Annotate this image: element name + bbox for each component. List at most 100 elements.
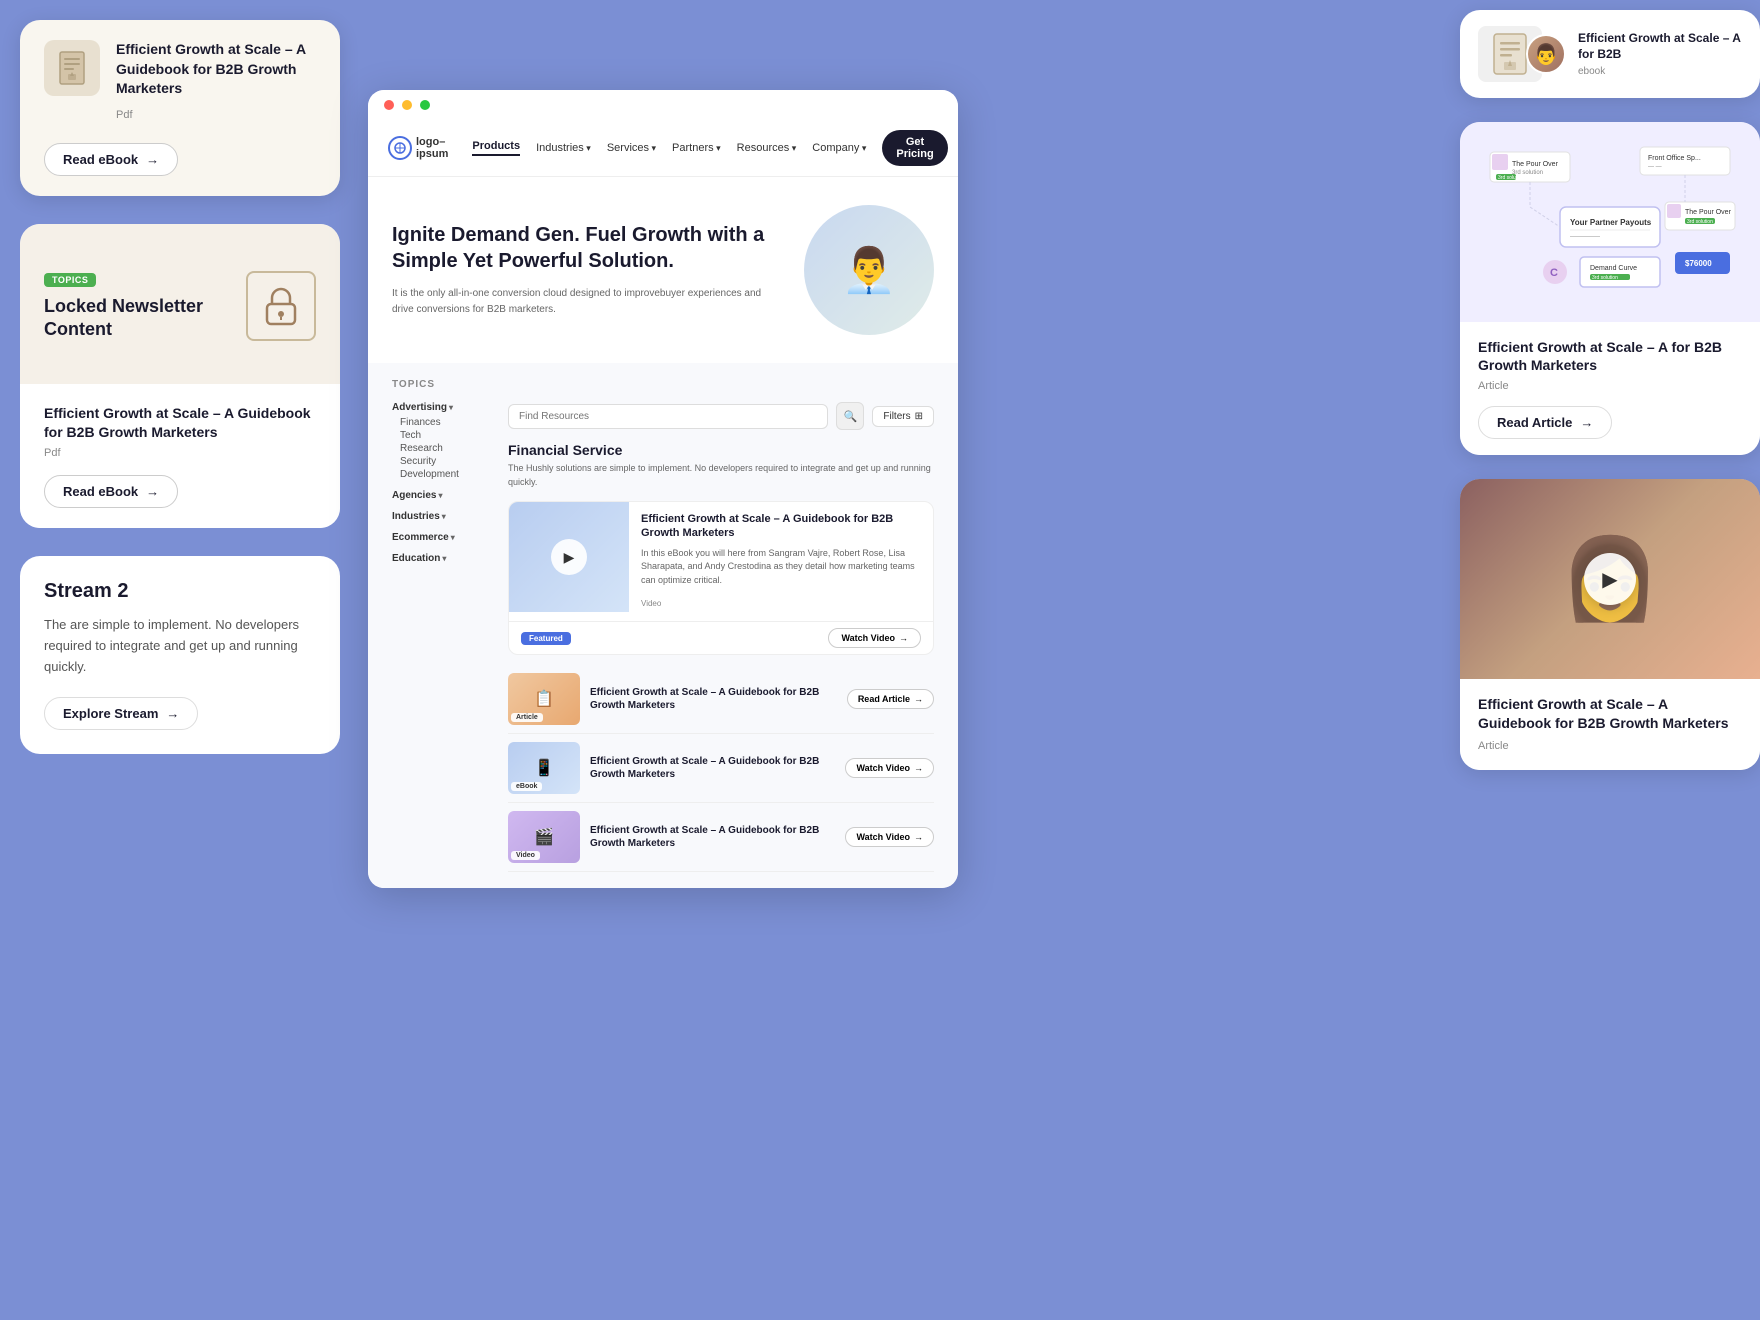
list-item: 📋 Article Efficient Growth at Scale – A … <box>508 665 934 734</box>
ebook-card-title: Efficient Growth at Scale – A Guidebook … <box>116 40 316 99</box>
resources-section: TOPICS Advertising Finances Tech Researc… <box>368 363 958 888</box>
watch-video-button-2[interactable]: Watch Video → <box>845 758 934 778</box>
read-article-button-1[interactable]: Read Article → <box>847 689 934 709</box>
svg-text:Your Partner Payouts: Your Partner Payouts <box>1570 218 1652 227</box>
section-description: The Hushly solutions are simple to imple… <box>508 462 934 489</box>
ebook-card-tag: Pdf <box>116 109 133 121</box>
browser-window: logo–ipsum Products Industries Services … <box>368 90 958 888</box>
stream-description: The are simple to implement. No develope… <box>44 615 316 677</box>
topic-ecommerce[interactable]: Ecommerce <box>392 532 492 543</box>
search-input[interactable] <box>508 404 828 429</box>
list-thumb-3: 🎬 Video <box>508 811 580 863</box>
logo-text: logo–ipsum <box>416 136 448 160</box>
site-logo: logo–ipsum <box>388 136 448 160</box>
svg-text:C: C <box>1550 267 1558 279</box>
browser-close-dot <box>384 100 394 110</box>
article-card-diagram: The Pour Over 3rd solution 3rd solution … <box>1478 142 1742 302</box>
filter-button[interactable]: Filters ⊞ <box>872 406 934 427</box>
locked-card-subtitle: Efficient Growth at Scale – A Guidebook … <box>44 404 316 443</box>
list-item-title-3: Efficient Growth at Scale – A Guidebook … <box>590 824 835 850</box>
svg-text:Front Office Sp...: Front Office Sp... <box>1648 155 1701 162</box>
svg-text:Demand Curve: Demand Curve <box>1590 265 1637 272</box>
explore-stream-button[interactable]: Explore Stream → <box>44 697 198 730</box>
topic-agencies[interactable]: Agencies <box>392 490 492 501</box>
video-thumbnail: 👩 ▶ <box>1460 479 1760 679</box>
locked-card-tag: Pdf <box>44 447 316 459</box>
nav-services[interactable]: Services <box>607 142 656 154</box>
right-article-card: The Pour Over 3rd solution 3rd solution … <box>1460 122 1760 455</box>
play-icon[interactable]: ▶ <box>551 539 587 575</box>
svg-text:3rd solution: 3rd solution <box>1592 275 1618 281</box>
nav-partners[interactable]: Partners <box>672 142 721 154</box>
right-sm-title: Efficient Growth at Scale – A for B2B <box>1578 31 1742 62</box>
stream-title: Stream 2 <box>44 580 316 603</box>
section-title: Financial Service <box>508 442 934 458</box>
svg-text:— —: — — <box>1648 164 1662 170</box>
browser-maximize-dot <box>420 100 430 110</box>
featured-card: ▶ Efficient Growth at Scale – A Guideboo… <box>508 501 934 655</box>
locked-badge: TOPICS <box>44 273 96 287</box>
topic-finances[interactable]: Finances <box>392 417 492 428</box>
article-card-tag: Article <box>1478 380 1742 392</box>
topics-label: TOPICS <box>392 379 435 390</box>
lock-icon <box>246 271 316 341</box>
video-play-button[interactable]: ▶ <box>1584 553 1636 605</box>
read-ebook-button-2[interactable]: Read eBook → <box>44 475 178 508</box>
article-card-diagram-area: The Pour Over 3rd solution 3rd solution … <box>1460 122 1760 322</box>
search-button[interactable]: 🔍 <box>836 402 864 430</box>
sidebar-topics: Advertising Finances Tech Research Secur… <box>392 402 492 872</box>
svg-text:3rd solution: 3rd solution <box>1498 175 1524 181</box>
featured-badge: Featured <box>521 632 571 645</box>
read-ebook-button-1[interactable]: Read eBook → <box>44 143 178 176</box>
featured-title: Efficient Growth at Scale – A Guidebook … <box>641 512 921 541</box>
list-item-title-2: Efficient Growth at Scale – A Guidebook … <box>590 755 835 781</box>
topic-security[interactable]: Security <box>392 456 492 467</box>
hero-title: Ignite Demand Gen. Fuel Growth with a Si… <box>392 222 784 274</box>
hero-description: It is the only all-in-one conversion clo… <box>392 286 784 318</box>
list-item-title-1: Efficient Growth at Scale – A Guidebook … <box>590 686 837 712</box>
topic-research[interactable]: Research <box>392 443 492 454</box>
main-content: 🔍 Filters ⊞ Financial Service The Hushly… <box>508 402 934 872</box>
list-item: 📱 eBook Efficient Growth at Scale – A Gu… <box>508 734 934 803</box>
topic-education[interactable]: Education <box>392 553 492 564</box>
video-card-tag: Article <box>1478 740 1509 752</box>
nav-cta-button[interactable]: Get Pricing <box>882 130 947 166</box>
topic-industries[interactable]: Industries <box>392 511 492 522</box>
featured-description: In this eBook you will here from Sangram… <box>641 547 921 588</box>
nav-resources[interactable]: Resources <box>737 142 797 154</box>
svg-text:The Pour Over: The Pour Over <box>1685 209 1732 216</box>
left-column: Efficient Growth at Scale – A Guidebook … <box>20 20 340 754</box>
right-sm-tag: ebook <box>1578 66 1742 77</box>
site-navbar: logo–ipsum Products Industries Services … <box>368 120 958 177</box>
nav-products[interactable]: Products <box>472 140 520 156</box>
watch-video-button-featured[interactable]: Watch Video → <box>828 628 921 648</box>
topic-development[interactable]: Development <box>392 469 492 480</box>
right-avatar: 👨 <box>1526 34 1566 74</box>
nav-company[interactable]: Company <box>812 142 866 154</box>
right-ebook-card: 👨 Efficient Growth at Scale – A for B2B … <box>1460 10 1760 98</box>
read-article-button-right[interactable]: Read Article → <box>1478 406 1612 439</box>
right-column: 👨 Efficient Growth at Scale – A for B2B … <box>1460 10 1760 770</box>
topic-tech[interactable]: Tech <box>392 430 492 441</box>
browser-minimize-dot <box>402 100 412 110</box>
logo-icon <box>388 136 412 160</box>
locked-newsletter-card: TOPICS Locked Newsletter Content Efficie… <box>20 224 340 528</box>
topic-advertising[interactable]: Advertising <box>392 402 492 413</box>
hero-person-icon: 👨‍💼 <box>842 244 897 296</box>
nav-industries[interactable]: Industries <box>536 142 591 154</box>
featured-video-tag: Video <box>641 599 661 608</box>
ebook-card: Efficient Growth at Scale – A Guidebook … <box>20 20 340 196</box>
ebook-icon <box>44 40 100 96</box>
svg-text:The Pour Over: The Pour Over <box>1512 161 1559 168</box>
svg-text:3rd solution: 3rd solution <box>1687 219 1713 225</box>
watch-video-button-3[interactable]: Watch Video → <box>845 827 934 847</box>
list-thumb-1: 📋 Article <box>508 673 580 725</box>
stream-card: Stream 2 The are simple to implement. No… <box>20 556 340 754</box>
svg-text:$76000: $76000 <box>1685 259 1712 268</box>
video-card-title: Efficient Growth at Scale – A Guidebook … <box>1478 695 1742 731</box>
site-hero: Ignite Demand Gen. Fuel Growth with a Si… <box>368 177 958 363</box>
article-card-title: Efficient Growth at Scale – A for B2B Gr… <box>1478 338 1742 374</box>
right-video-card: 👩 ▶ Efficient Growth at Scale – A Guideb… <box>1460 479 1760 769</box>
list-item: 🎬 Video Efficient Growth at Scale – A Gu… <box>508 803 934 872</box>
locked-title: Locked Newsletter Content <box>44 295 234 342</box>
